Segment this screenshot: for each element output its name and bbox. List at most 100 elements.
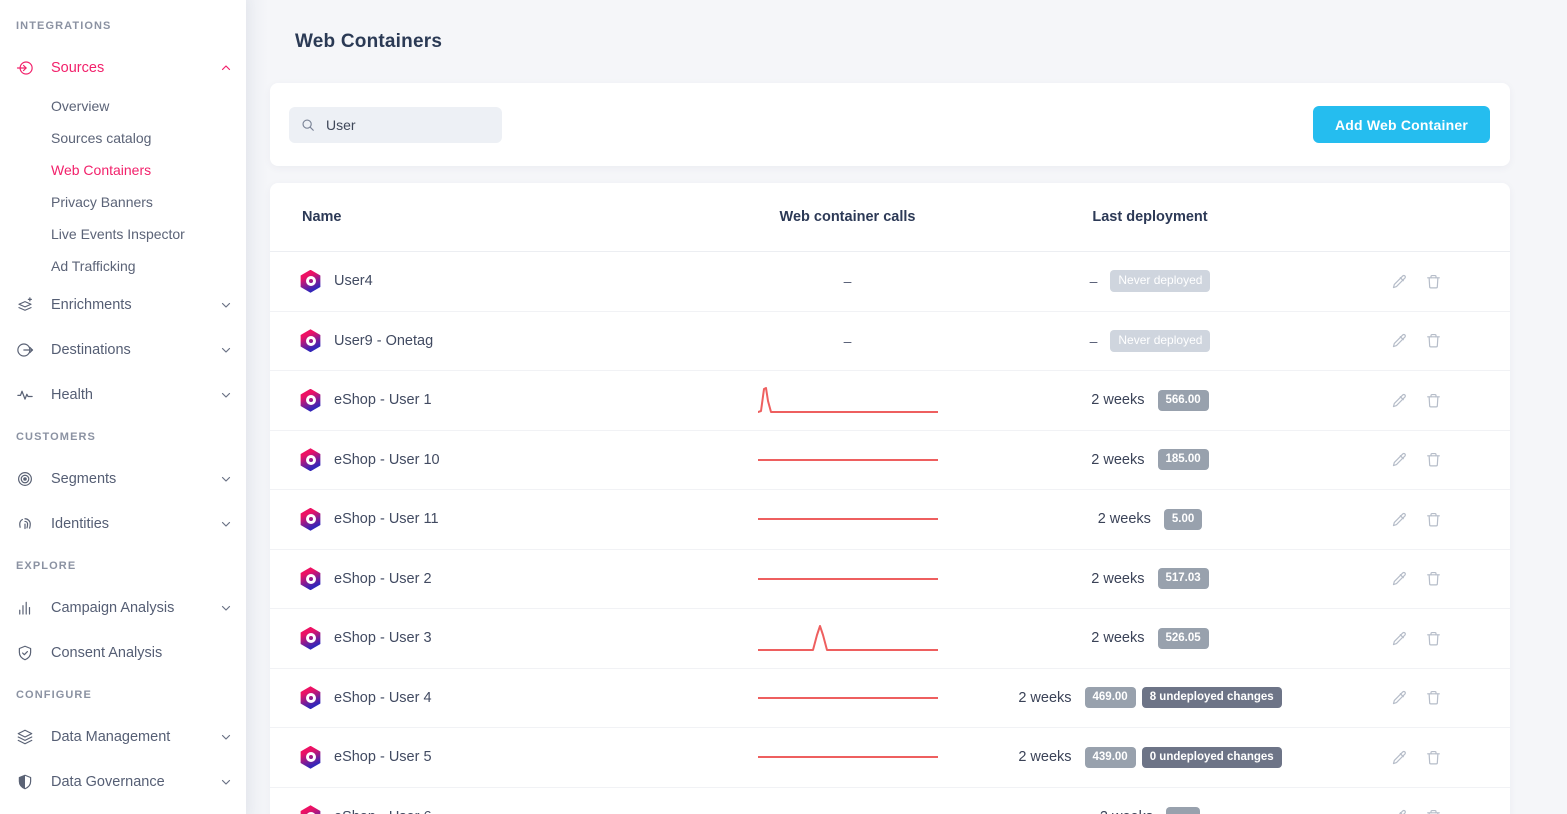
sidebar-item-overview[interactable]: Overview xyxy=(0,90,246,122)
edit-button[interactable] xyxy=(1391,749,1408,766)
delete-button[interactable] xyxy=(1425,570,1442,587)
column-header-name: Name xyxy=(270,209,740,225)
web-container-icon xyxy=(300,389,321,412)
sidebar-item-identities[interactable]: Identities xyxy=(0,501,246,546)
sidebar-item-campaign-analysis[interactable]: Campaign Analysis xyxy=(0,585,246,630)
edit-button[interactable] xyxy=(1391,392,1408,409)
row-deployment-cell: 2 weeks517.03 xyxy=(955,568,1345,589)
edit-button[interactable] xyxy=(1391,630,1408,647)
delete-button[interactable] xyxy=(1425,332,1442,349)
delete-button[interactable] xyxy=(1425,630,1442,647)
row-name-cell[interactable]: eShop - User 4 xyxy=(270,686,740,709)
sidebar-item-label: Consent Analysis xyxy=(51,645,232,661)
row-calls-cell xyxy=(740,445,955,475)
campaign-analysis-icon xyxy=(16,599,34,617)
enrichments-icon xyxy=(16,296,34,314)
delete-button[interactable] xyxy=(1425,808,1442,814)
row-name-cell[interactable]: User9 - Onetag xyxy=(270,329,740,352)
sidebar-item-label: Sources xyxy=(51,60,220,76)
deployment-badges xyxy=(1166,807,1200,814)
last-deployment-text: 2 weeks xyxy=(1018,749,1071,765)
edit-button[interactable] xyxy=(1391,451,1408,468)
row-name-cell[interactable]: eShop - User 1 xyxy=(270,389,740,412)
calls-value-badge: 5.00 xyxy=(1164,509,1202,530)
row-name-cell[interactable]: User4 xyxy=(270,270,740,293)
calls-sparkline-chart xyxy=(758,742,938,772)
sidebar-item-health[interactable]: Health xyxy=(0,372,246,417)
sidebar-item-data-governance[interactable]: Data Governance xyxy=(0,759,246,804)
sidebar: INTEGRATIONS Sources OverviewSources catal… xyxy=(0,0,246,814)
row-actions xyxy=(1345,808,1510,814)
row-actions xyxy=(1345,332,1510,349)
row-name-cell[interactable]: eShop - User 5 xyxy=(270,746,740,769)
edit-button[interactable] xyxy=(1391,511,1408,528)
sidebar-item-label: Enrichments xyxy=(51,297,220,313)
delete-button[interactable] xyxy=(1425,689,1442,706)
edit-button[interactable] xyxy=(1391,808,1408,814)
edit-button[interactable] xyxy=(1391,332,1408,349)
table-row: eShop - User 1 2 weeks566.00 xyxy=(270,371,1510,431)
row-calls-cell xyxy=(740,385,955,415)
calls-sparkline-chart xyxy=(758,504,938,534)
sidebar-item-sources[interactable]: Sources xyxy=(0,45,246,90)
delete-button[interactable] xyxy=(1425,273,1442,290)
row-name-cell[interactable]: eShop - User 6 xyxy=(270,805,740,814)
row-deployment-cell: 2 weeks185.00 xyxy=(955,449,1345,470)
search-input[interactable] xyxy=(326,117,476,133)
sidebar-item-web-containers[interactable]: Web Containers xyxy=(0,154,246,186)
edit-button[interactable] xyxy=(1391,570,1408,587)
calls-value-badge: 517.03 xyxy=(1158,568,1209,589)
no-calls-dash: – xyxy=(844,273,852,289)
delete-button[interactable] xyxy=(1425,392,1442,409)
chevron-down-icon xyxy=(220,602,232,614)
deployment-badges: 185.00 xyxy=(1158,449,1209,470)
table-row: User9 - Onetag – –Never deployed xyxy=(270,312,1510,372)
calls-value-badge: 185.00 xyxy=(1158,449,1209,470)
table-header-row: Name Web container calls Last deployment xyxy=(270,183,1510,252)
toolbar-card: Add Web Container xyxy=(270,83,1510,166)
row-name-cell[interactable]: eShop - User 10 xyxy=(270,448,740,471)
sidebar-item-consent-analysis[interactable]: Consent Analysis xyxy=(0,630,246,675)
sidebar-item-enrichments[interactable]: Enrichments xyxy=(0,282,246,327)
column-header-web-container-calls: Web container calls xyxy=(740,209,955,225)
calls-sparkline-chart xyxy=(758,683,938,713)
calls-value-badge: 439.00 xyxy=(1085,747,1136,768)
sidebar-section-label-customers: CUSTOMERS xyxy=(16,431,230,443)
delete-button[interactable] xyxy=(1425,749,1442,766)
deployment-badges: 5.00 xyxy=(1164,509,1202,530)
row-name-cell[interactable]: eShop - User 2 xyxy=(270,567,740,590)
table-row: User4 – –Never deployed xyxy=(270,252,1510,312)
web-container-icon xyxy=(300,746,321,769)
edit-button[interactable] xyxy=(1391,273,1408,290)
row-deployment-cell: –Never deployed xyxy=(955,330,1345,352)
row-name: eShop - User 11 xyxy=(334,511,439,527)
web-container-icon xyxy=(300,686,321,709)
add-web-container-button[interactable]: Add Web Container xyxy=(1313,106,1490,143)
sidebar-item-live-events-inspector[interactable]: Live Events Inspector xyxy=(0,218,246,250)
row-name-cell[interactable]: eShop - User 11 xyxy=(270,508,740,531)
search-box[interactable] xyxy=(289,107,502,143)
sidebar-item-segments[interactable]: Segments xyxy=(0,456,246,501)
sidebar-item-privacy-banners[interactable]: Privacy Banners xyxy=(0,186,246,218)
row-deployment-cell: 2 weeks xyxy=(955,807,1345,814)
undeployed-changes-badge: 8 undeployed changes xyxy=(1142,687,1282,708)
sidebar-item-ad-trafficking[interactable]: Ad Trafficking xyxy=(0,250,246,282)
sidebar-item-destinations[interactable]: Destinations xyxy=(0,327,246,372)
row-name: eShop - User 2 xyxy=(334,571,432,587)
row-actions xyxy=(1345,570,1510,587)
row-deployment-cell: 2 weeks469.008 undeployed changes xyxy=(955,687,1345,708)
sidebar-item-data-management[interactable]: Data Management xyxy=(0,714,246,759)
edit-button[interactable] xyxy=(1391,689,1408,706)
sidebar-item-sources-catalog[interactable]: Sources catalog xyxy=(0,122,246,154)
delete-button[interactable] xyxy=(1425,511,1442,528)
delete-button[interactable] xyxy=(1425,451,1442,468)
row-name-cell[interactable]: eShop - User 3 xyxy=(270,627,740,650)
sidebar-section-label-explore: EXPLORE xyxy=(16,560,230,572)
web-container-icon xyxy=(300,805,321,814)
row-name: eShop - User 3 xyxy=(334,630,432,646)
chevron-down-icon xyxy=(220,776,232,788)
chevron-down-icon xyxy=(220,344,232,356)
sidebar-section-label-integrations: INTEGRATIONS xyxy=(16,20,230,32)
table-row: eShop - User 11 2 weeks5.00 xyxy=(270,490,1510,550)
calls-sparkline-chart xyxy=(758,445,938,475)
